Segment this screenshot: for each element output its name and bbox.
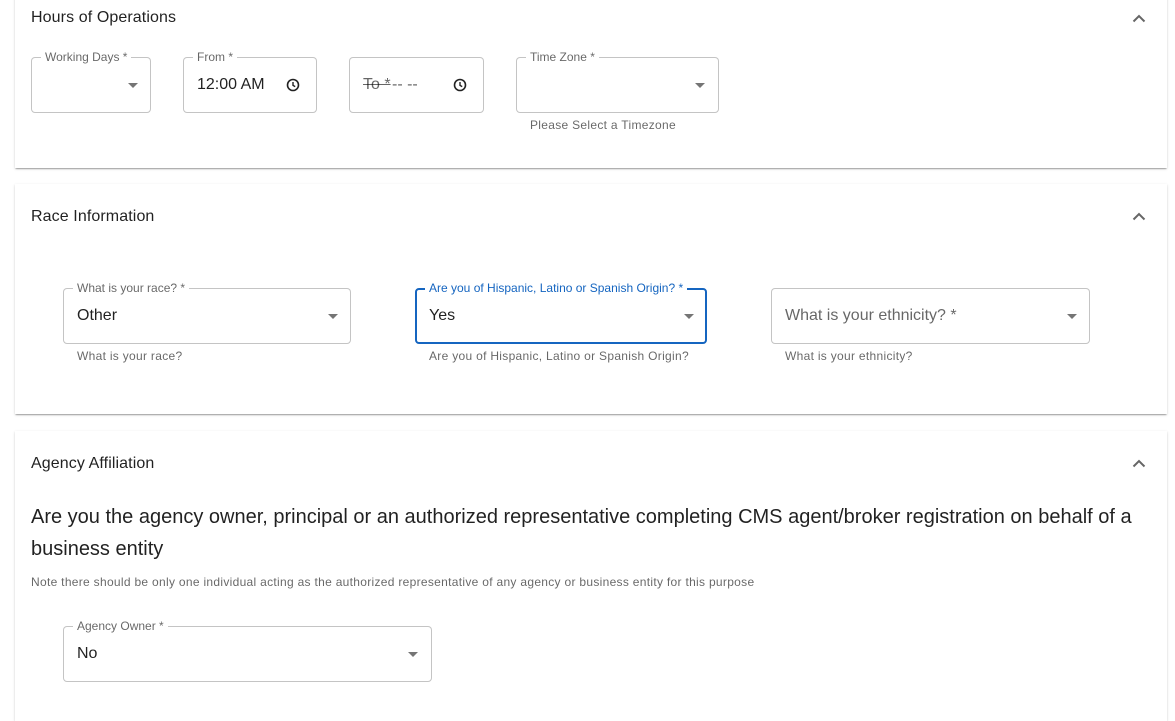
from-time-value: 12:00 AM <box>197 76 265 93</box>
dropdown-arrow-icon <box>128 83 138 88</box>
from-time-input[interactable]: From * 12:00 AM <box>183 50 317 113</box>
hours-of-operations-title: Hours of Operations <box>31 9 177 26</box>
to-label: To * <box>363 76 391 93</box>
time-zone-label: Time Zone * <box>526 50 599 64</box>
ethnicity-select[interactable]: What is your ethnicity? * <box>771 288 1090 344</box>
agency-owner-label: Agency Owner * <box>73 619 168 633</box>
working-days-label: Working Days * <box>41 50 132 64</box>
time-zone-select[interactable]: Time Zone * <box>516 50 719 113</box>
ethnicity-helper: What is your ethnicity? <box>785 349 913 363</box>
hispanic-origin-helper: Are you of Hispanic, Latino or Spanish O… <box>429 349 689 363</box>
dropdown-arrow-icon <box>328 314 338 319</box>
agency-affiliation-title: Agency Affiliation <box>31 455 155 472</box>
dropdown-arrow-icon <box>684 314 694 319</box>
hours-of-operations-card: Hours of Operations Working Days * From … <box>15 0 1167 168</box>
clock-icon[interactable] <box>286 78 300 92</box>
ethnicity-placeholder: What is your ethnicity? * <box>785 307 957 324</box>
to-time-input[interactable]: To * -- -- <box>349 57 484 113</box>
hispanic-origin-label: Are you of Hispanic, Latino or Spanish O… <box>425 281 688 295</box>
race-information-card: Race Information What is your race? * Ot… <box>15 184 1167 414</box>
agency-collapse-button[interactable] <box>1127 451 1151 475</box>
dropdown-arrow-icon <box>408 652 418 657</box>
clock-icon[interactable] <box>453 78 467 92</box>
hispanic-origin-value: Yes <box>429 307 456 324</box>
dropdown-arrow-icon <box>1067 314 1077 319</box>
race-select[interactable]: What is your race? * Other <box>63 281 351 344</box>
hispanic-origin-select[interactable]: Are you of Hispanic, Latino or Spanish O… <box>415 281 707 344</box>
race-collapse-button[interactable] <box>1127 204 1151 228</box>
working-days-select[interactable]: Working Days * <box>31 50 151 113</box>
race-label: What is your race? * <box>73 281 190 295</box>
to-time-value: -- -- <box>392 76 418 93</box>
race-value: Other <box>77 307 118 324</box>
agency-owner-select[interactable]: Agency Owner * No <box>63 619 432 682</box>
time-zone-helper: Please Select a Timezone <box>530 118 676 132</box>
dropdown-arrow-icon <box>695 83 705 88</box>
agency-owner-question: Are you the agency owner, principal or a… <box>31 506 1132 560</box>
race-information-title: Race Information <box>31 208 155 225</box>
from-label: From * <box>193 50 237 64</box>
chevron-up-icon <box>1132 459 1146 467</box>
chevron-up-icon <box>1132 14 1146 22</box>
authorized-representative-note: Note there should be only one individual… <box>31 575 755 589</box>
chevron-up-icon <box>1132 212 1146 220</box>
agency-owner-value: No <box>77 645 98 662</box>
hours-collapse-button[interactable] <box>1127 6 1151 30</box>
race-helper: What is your race? <box>77 349 183 363</box>
agency-affiliation-card: Agency Affiliation Are you the agency ow… <box>15 431 1167 721</box>
